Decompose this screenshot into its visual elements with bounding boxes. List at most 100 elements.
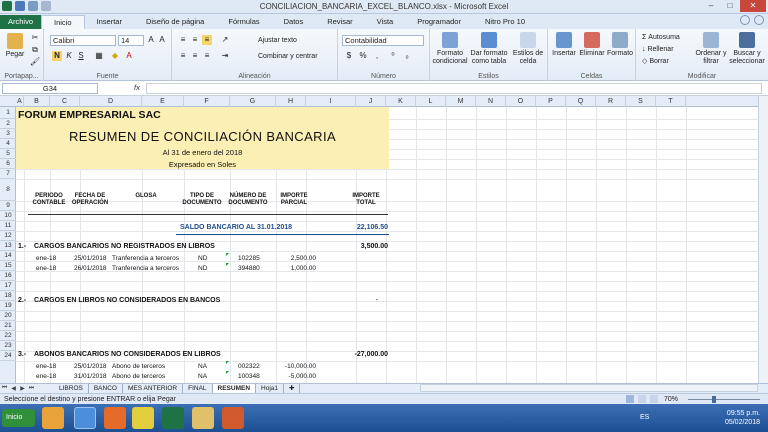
row-header[interactable]: 9	[0, 201, 16, 211]
tab-insertar[interactable]: Insertar	[85, 15, 134, 29]
row-header[interactable]: 7	[0, 169, 16, 179]
column-header[interactable]: D	[80, 96, 142, 107]
increase-decimal-icon[interactable]: ⁰	[388, 51, 398, 61]
align-top-icon[interactable]: ≡	[178, 35, 188, 45]
zoom-slider-handle[interactable]	[712, 396, 716, 403]
column-header[interactable]: I	[306, 96, 356, 107]
copy-icon[interactable]: ⧉	[30, 45, 40, 55]
decrease-decimal-icon[interactable]: ₀	[402, 51, 412, 61]
tab-file[interactable]: Archivo	[0, 15, 42, 29]
row-header[interactable]: 20	[0, 311, 16, 321]
font-color-icon[interactable]: A	[124, 51, 134, 61]
sheet-tab-resumen[interactable]: RESUMEN	[212, 383, 257, 394]
column-header[interactable]: A	[16, 96, 24, 107]
new-sheet-icon[interactable]: ✚	[284, 383, 301, 394]
column-header[interactable]: P	[536, 96, 566, 107]
currency-icon[interactable]: $	[344, 51, 354, 61]
column-header[interactable]: K	[386, 96, 416, 107]
grow-font-icon[interactable]: A	[146, 35, 156, 45]
normal-view-icon[interactable]	[626, 395, 634, 403]
error-indicator-icon[interactable]	[226, 253, 229, 256]
align-bottom-icon[interactable]: ≡	[202, 35, 212, 45]
format-as-table-button[interactable]: Dar formato como tabla	[470, 32, 508, 66]
fill-color-icon[interactable]: ◆	[110, 51, 120, 61]
italic-button[interactable]: K	[64, 51, 74, 61]
cell-styles-button[interactable]: Estilos de celda	[510, 32, 546, 66]
error-indicator-icon[interactable]	[226, 371, 229, 374]
tab-diseno[interactable]: Diseño de página	[134, 15, 216, 29]
underline-button[interactable]: S	[76, 51, 86, 61]
row-header[interactable]: 23	[0, 341, 16, 351]
sheet-tab-banco[interactable]: BANCO	[89, 383, 123, 394]
column-header[interactable]: T	[656, 96, 686, 107]
comma-style-icon[interactable]: ,	[372, 51, 382, 61]
row-header[interactable]: 12	[0, 231, 16, 241]
ribbon-minimize-icon[interactable]	[754, 15, 764, 25]
align-left-icon[interactable]: ≡	[178, 51, 188, 61]
row-header[interactable]: 14	[0, 251, 16, 261]
column-header[interactable]: F	[184, 96, 230, 107]
insert-cells-button[interactable]: Insertar	[550, 32, 578, 58]
sheet-tab-libros[interactable]: LIBROS	[54, 383, 89, 394]
sheet-tab-hoja1[interactable]: Hoja1	[256, 383, 285, 394]
horizontal-scrollbar[interactable]	[420, 384, 758, 392]
minimize-button[interactable]: –	[702, 0, 720, 12]
row-header[interactable]: 3	[0, 129, 16, 139]
borders-icon[interactable]: ▦	[94, 51, 104, 61]
tab-datos[interactable]: Datos	[272, 15, 316, 29]
close-button[interactable]: ✕	[740, 0, 766, 12]
column-header[interactable]: C	[50, 96, 80, 107]
start-button[interactable]: Inicio	[2, 409, 35, 427]
column-header[interactable]: N	[476, 96, 506, 107]
column-header[interactable]: B	[24, 96, 50, 107]
paste-button[interactable]: Pegar	[2, 33, 28, 59]
delete-cells-button[interactable]: Eliminar	[578, 32, 606, 58]
autosum-button[interactable]: Σ Autosuma	[642, 33, 680, 42]
row-header[interactable]: 8	[0, 179, 16, 201]
cut-icon[interactable]: ✂	[30, 33, 40, 43]
column-header[interactable]: S	[626, 96, 656, 107]
powerpoint-icon[interactable]	[222, 407, 244, 429]
zoom-slider[interactable]	[688, 399, 760, 400]
media-player-icon[interactable]	[42, 407, 64, 429]
first-sheet-icon[interactable]: ⏮	[0, 385, 9, 392]
chrome-icon[interactable]	[132, 407, 154, 429]
column-header[interactable]: R	[596, 96, 626, 107]
language-indicator[interactable]: ES	[640, 414, 649, 421]
firefox-icon[interactable]	[104, 407, 126, 429]
indent-icon[interactable]: ⇥	[220, 51, 230, 61]
font-size-select[interactable]: 14	[118, 35, 144, 46]
folder-icon[interactable]	[192, 407, 214, 429]
tab-inicio[interactable]: Inicio	[41, 15, 85, 29]
shrink-font-icon[interactable]: A	[157, 35, 167, 45]
page-break-icon[interactable]	[650, 395, 658, 403]
find-select-button[interactable]: Buscar y seleccionar	[728, 32, 766, 66]
row-header[interactable]: 15	[0, 261, 16, 271]
wrap-text-button[interactable]: Ajustar texto	[258, 36, 297, 45]
conditional-format-button[interactable]: Formato condicional	[432, 32, 468, 66]
internet-explorer-icon[interactable]	[74, 407, 96, 429]
last-sheet-icon[interactable]: ⏭	[27, 385, 36, 392]
orientation-icon[interactable]: ↗	[220, 35, 230, 45]
vertical-scrollbar[interactable]	[758, 96, 768, 383]
next-sheet-icon[interactable]: ▶	[18, 385, 27, 392]
worksheet-grid[interactable]: FORUM EMPRESARIAL SAC RESUMEN DE CONCILI…	[16, 107, 758, 383]
clear-button[interactable]: ◇ Borrar	[642, 57, 669, 66]
formula-input[interactable]	[146, 83, 762, 94]
name-box[interactable]: G34	[2, 83, 98, 94]
tab-revisar[interactable]: Revisar	[315, 15, 364, 29]
percent-icon[interactable]: %	[358, 51, 368, 61]
row-header[interactable]: 10	[0, 211, 16, 221]
font-name-select[interactable]: Calibri	[50, 35, 116, 46]
tab-formulas[interactable]: Fórmulas	[216, 15, 271, 29]
row-header[interactable]: 16	[0, 271, 16, 281]
column-header[interactable]: O	[506, 96, 536, 107]
column-header[interactable]: G	[230, 96, 276, 107]
prev-sheet-icon[interactable]: ◀	[9, 385, 18, 392]
align-middle-icon[interactable]: ≡	[190, 35, 200, 45]
align-center-icon[interactable]: ≡	[190, 51, 200, 61]
tab-vista[interactable]: Vista	[365, 15, 406, 29]
column-header[interactable]: L	[416, 96, 446, 107]
fill-button[interactable]: ↓ Rellenar	[642, 45, 674, 54]
row-header[interactable]: 22	[0, 331, 16, 341]
